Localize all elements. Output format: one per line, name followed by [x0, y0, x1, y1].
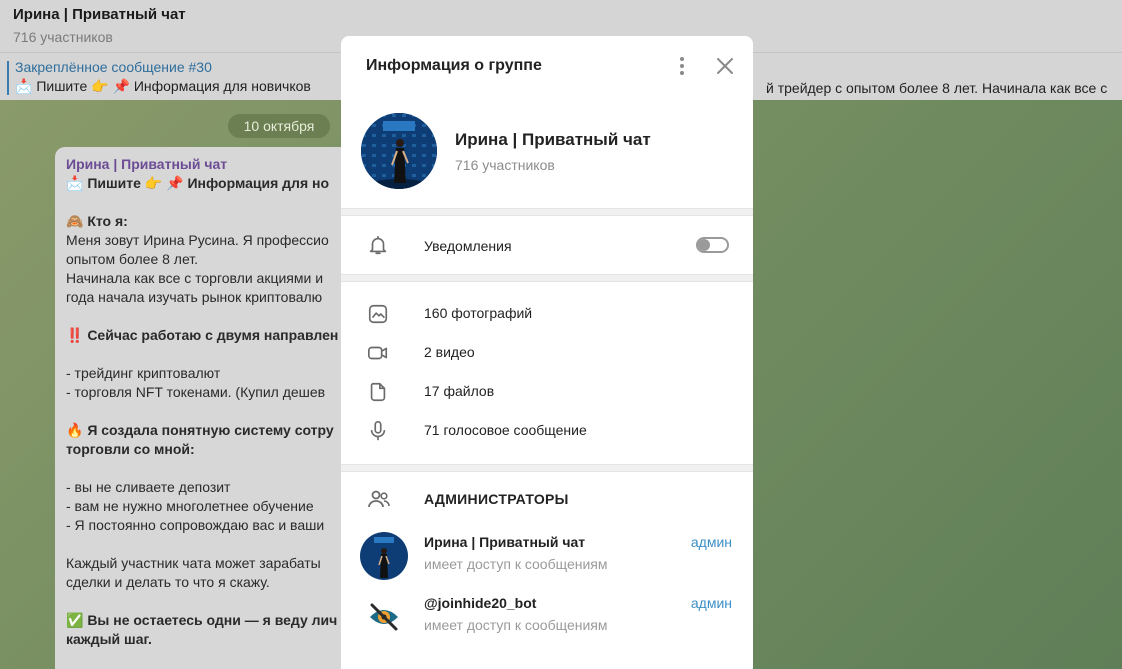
- admin-status: имеет доступ к сообщениям: [424, 556, 608, 572]
- admin-name: Ирина | Приватный чат: [424, 534, 586, 550]
- group-member-count[interactable]: 716 участников: [455, 157, 555, 173]
- admins-icon: [368, 490, 390, 508]
- message-line: - Я постоянно сопровождаю вас и ваши: [66, 517, 325, 533]
- message-line: ‼️ Сейчас работаю с двумя направлен: [66, 327, 339, 343]
- notifications-toggle[interactable]: [696, 237, 729, 253]
- admins-header: АДМИНИСТРАТОРЫ: [341, 472, 753, 526]
- chat-title: Ирина | Приватный чат: [13, 6, 186, 23]
- microphone-icon: [370, 421, 386, 441]
- message-gap: [66, 307, 344, 326]
- admin-row[interactable]: Ирина | Приватный чат имеет доступ к соо…: [341, 526, 753, 587]
- message-bubble[interactable]: Ирина | Приватный чат 📩 Пишите 👉 📌 Инфор…: [55, 147, 355, 669]
- admin-role: админ: [690, 595, 732, 611]
- message-line: 📩 Пишите 👉 📌 Информация для но: [66, 175, 330, 191]
- message-line: каждый шаг.: [66, 631, 152, 647]
- more-menu-icon[interactable]: [671, 54, 693, 78]
- message-gap: [66, 402, 344, 421]
- group-summary: Ирина | Приватный чат 716 участников: [341, 98, 753, 208]
- pinned-accent-bar: [7, 61, 9, 95]
- message-line: 🙈 Кто я:: [66, 213, 128, 229]
- message-gap: [66, 592, 344, 611]
- message-line: - вам не нужно многолетнее обучение: [66, 498, 314, 514]
- group-info-modal: Информация о группе Ирина | Приватный ча…: [341, 36, 753, 669]
- bot-avatar: [360, 593, 408, 641]
- message-gap: [66, 459, 344, 478]
- admin-role: админ: [690, 534, 732, 550]
- close-icon[interactable]: [713, 54, 737, 78]
- message-gap: [66, 193, 344, 212]
- media-label: 71 голосовое сообщение: [424, 422, 587, 438]
- section-separator: [341, 208, 753, 216]
- media-row-files[interactable]: 17 файлов: [341, 372, 753, 411]
- video-icon: [368, 346, 388, 360]
- admins-header-label: АДМИНИСТРАТОРЫ: [424, 491, 569, 507]
- group-avatar[interactable]: [361, 113, 437, 189]
- media-label: 2 видео: [424, 344, 475, 360]
- notifications-row[interactable]: Уведомления: [341, 216, 753, 274]
- admin-row[interactable]: @joinhide20_bot имеет доступ к сообщения…: [341, 587, 753, 648]
- bell-icon: [369, 235, 387, 255]
- group-name: Ирина | Приватный чат: [455, 130, 651, 149]
- message-line: ✅ Вы не остаетесь одни — я веду лич: [66, 612, 338, 628]
- message-line: - трейдинг криптовалют: [66, 365, 221, 381]
- pinned-text-continued: й трейдер с опытом более 8 лет. Начинала…: [766, 80, 1108, 96]
- section-separator: [341, 274, 753, 282]
- message-line: - торговля NFT токенами. (Купил дешев: [66, 384, 326, 400]
- message-line: сделки и делать то что я скажу.: [66, 574, 270, 590]
- date-chip: 10 октября: [228, 114, 330, 138]
- message-gap: [66, 535, 344, 554]
- media-label: 17 файлов: [424, 383, 495, 399]
- message-line: 🔥 Я создала понятную систему сотру: [66, 422, 334, 438]
- media-row-voice[interactable]: 71 голосовое сообщение: [341, 411, 753, 450]
- admin-name: @joinhide20_bot: [424, 595, 537, 611]
- section-separator: [341, 464, 753, 472]
- notifications-label: Уведомления: [424, 238, 512, 254]
- message-line: Начинала как все с торговли акциями и: [66, 270, 324, 286]
- file-icon: [370, 382, 386, 402]
- message-line: Меня зовут Ирина Русина. Я профессио: [66, 232, 329, 248]
- message-author[interactable]: Ирина | Приватный чат: [66, 155, 344, 174]
- toggle-knob: [698, 239, 710, 251]
- shared-media-list: 160 фотографий 2 видео 17 файлов 71 голо…: [341, 282, 753, 464]
- message-body: 📩 Пишите 👉 📌 Информация для но 🙈 Кто я: Ме…: [66, 174, 344, 649]
- media-row-photos[interactable]: 160 фотографий: [341, 294, 753, 333]
- modal-header: Информация о группе: [341, 36, 753, 98]
- message-gap: [66, 345, 344, 364]
- media-label: 160 фотографий: [424, 305, 533, 321]
- avatar: [360, 532, 408, 580]
- media-row-videos[interactable]: 2 видео: [341, 333, 753, 372]
- modal-title: Информация о группе: [366, 57, 542, 74]
- admin-status: имеет доступ к сообщениям: [424, 617, 608, 633]
- message-line: торговли со мной:: [66, 441, 195, 457]
- message-line: Каждый участник чата может зарабаты: [66, 555, 321, 571]
- message-line: опытом более 8 лет.: [66, 251, 199, 267]
- photo-icon: [368, 304, 388, 324]
- message-line: года начала изучать рынок криптовалю: [66, 289, 323, 305]
- message-line: - вы не сливаете депозит: [66, 479, 231, 495]
